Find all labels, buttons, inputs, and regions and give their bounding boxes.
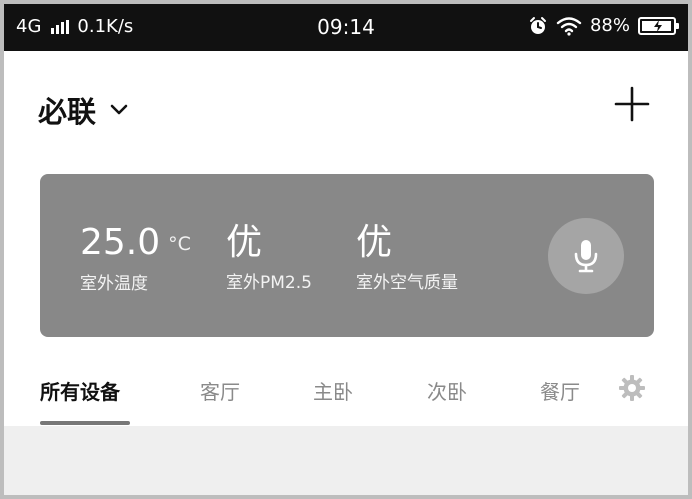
- home-selector[interactable]: 必联: [38, 89, 128, 131]
- temperature-label: 室外温度: [80, 274, 148, 294]
- tab-dining-room[interactable]: 餐厅: [540, 376, 580, 405]
- temperature-value: 25.0: [80, 222, 161, 263]
- tab-all-devices[interactable]: 所有设备: [40, 376, 120, 405]
- tab-second-bedroom[interactable]: 次卧: [427, 376, 467, 405]
- voice-button[interactable]: [548, 218, 624, 294]
- add-device-button[interactable]: [614, 86, 650, 122]
- wifi-icon: [556, 16, 582, 36]
- temperature-unit: °C: [168, 233, 191, 255]
- microphone-icon: [574, 240, 598, 273]
- pm25-label: 室外PM2.5: [226, 273, 312, 293]
- status-right: 88%: [528, 15, 679, 36]
- air-quality-metric: 优 室外空气质量: [356, 222, 458, 294]
- phone-screen: 4G 0.1K/s 09:14 88% 必联 25.0 °C 室外温度 优 室外…: [4, 4, 688, 495]
- tab-master-bedroom[interactable]: 主卧: [313, 376, 353, 405]
- device-list-area: [4, 426, 688, 495]
- gear-icon[interactable]: [618, 374, 646, 402]
- room-tabs: 所有设备 客厅 主卧 次卧 餐厅: [4, 366, 688, 426]
- air-quality-value: 优: [356, 222, 393, 263]
- pm25-metric: 优 室外PM2.5: [226, 222, 312, 294]
- chevron-down-icon: [110, 104, 128, 115]
- temperature-metric: 25.0 °C 室外温度: [80, 222, 191, 295]
- active-tab-indicator: [40, 421, 130, 425]
- tab-living-room[interactable]: 客厅: [200, 376, 240, 405]
- battery-charging-icon: [638, 16, 679, 35]
- pm25-value: 优: [226, 222, 263, 263]
- air-quality-label: 室外空气质量: [356, 273, 458, 293]
- battery-percent: 88%: [589, 15, 630, 36]
- status-bar: 4G 0.1K/s 09:14 88%: [4, 4, 688, 51]
- page-title: 必联: [38, 95, 97, 129]
- weather-card: 25.0 °C 室外温度 优 室外PM2.5 优 室外空气质量: [40, 174, 654, 337]
- alarm-clock-icon: [529, 16, 546, 34]
